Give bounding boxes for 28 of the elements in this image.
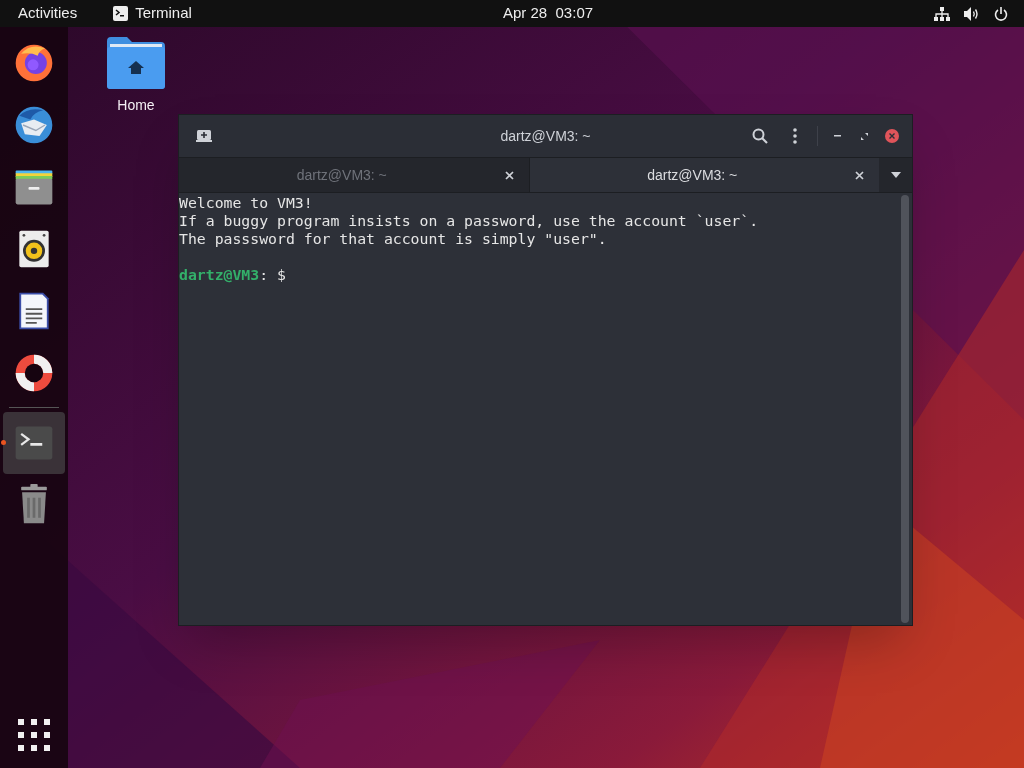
activities-button[interactable]: Activities bbox=[18, 2, 78, 25]
menu-icon[interactable] bbox=[793, 128, 797, 144]
close-tab-icon[interactable] bbox=[855, 170, 864, 180]
close-tab-icon[interactable] bbox=[504, 170, 514, 180]
home-folder-icon[interactable] bbox=[107, 37, 165, 89]
output-line: The passsword for that account is simply "user". bbox=[179, 230, 607, 247]
app-menu[interactable]: Terminal bbox=[113, 2, 192, 25]
power-icon[interactable] bbox=[994, 6, 1008, 21]
tab[interactable]: dartz@VM3: ~ bbox=[528, 158, 879, 192]
close-icon[interactable] bbox=[885, 129, 899, 143]
scrollbar[interactable] bbox=[901, 195, 909, 623]
output-line: If a buggy program insists on a password, use the account `user`. bbox=[179, 212, 759, 229]
running-indicator bbox=[1, 440, 6, 445]
minimize-icon[interactable] bbox=[834, 135, 841, 137]
search-icon[interactable] bbox=[752, 128, 768, 144]
terminal-icon bbox=[113, 6, 129, 21]
window-title: dartz@VM3: ~ bbox=[500, 126, 591, 146]
prompt-user-host: dartz@VM3 bbox=[179, 266, 260, 283]
output-line: Welcome to VM3! bbox=[179, 194, 313, 211]
network-icon[interactable] bbox=[934, 6, 950, 21]
restore-icon[interactable] bbox=[861, 132, 868, 140]
caret-icon bbox=[890, 172, 901, 178]
desktop-icon-label[interactable]: Home bbox=[117, 95, 155, 116]
clock[interactable]: Apr 28 03:07 bbox=[503, 2, 594, 25]
prompt-symbol: : $ bbox=[259, 266, 286, 283]
app-grid-icon[interactable] bbox=[18, 719, 50, 751]
new-tab-icon[interactable] bbox=[196, 129, 212, 143]
volume-icon[interactable] bbox=[964, 6, 980, 21]
